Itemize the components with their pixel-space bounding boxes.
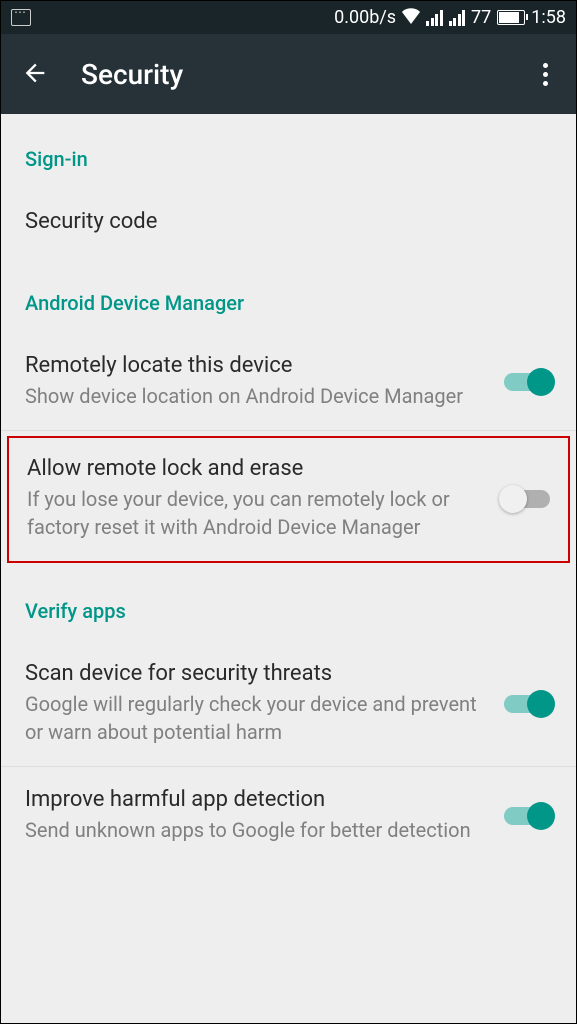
toggle-improve-detection[interactable] <box>504 807 552 825</box>
setting-title: Allow remote lock and erase <box>27 456 490 481</box>
highlighted-setting: Allow remote lock and erase If you lose … <box>7 436 570 563</box>
signal-icon <box>426 10 443 26</box>
section-header-adm: Android Device Manager <box>1 258 576 333</box>
section-header-signin: Sign-in <box>1 114 576 189</box>
wifi-icon <box>402 6 420 29</box>
setting-remote-lock-erase[interactable]: Allow remote lock and erase If you lose … <box>9 438 568 561</box>
setting-title: Remotely locate this device <box>25 353 492 378</box>
section-header-verify: Verify apps <box>1 566 576 641</box>
page-title: Security <box>81 58 535 91</box>
setting-title: Scan device for security threats <box>25 661 492 686</box>
setting-scan-threats[interactable]: Scan device for security threats Google … <box>1 641 576 767</box>
battery-percent: 77 <box>471 7 491 28</box>
status-bar: 0.00b/s 77 1:58 <box>1 1 576 34</box>
setting-security-code[interactable]: Security code <box>1 189 576 258</box>
signal-icon <box>449 10 466 26</box>
setting-subtitle: If you lose your device, you can remotel… <box>27 485 490 541</box>
setting-title: Security code <box>25 209 540 234</box>
message-icon <box>11 9 31 26</box>
setting-remotely-locate[interactable]: Remotely locate this device Show device … <box>1 333 576 431</box>
app-bar: Security <box>1 34 576 114</box>
setting-improve-detection[interactable]: Improve harmful app detection Send unkno… <box>1 767 576 864</box>
setting-title: Improve harmful app detection <box>25 787 492 812</box>
clock: 1:58 <box>531 7 566 28</box>
network-speed: 0.00b/s <box>334 7 396 28</box>
setting-subtitle: Show device location on Android Device M… <box>25 382 492 410</box>
setting-subtitle: Google will regularly check your device … <box>25 690 492 746</box>
setting-subtitle: Send unknown apps to Google for better d… <box>25 816 492 844</box>
toggle-scan-threats[interactable] <box>504 695 552 713</box>
battery-icon <box>497 10 525 25</box>
back-button[interactable] <box>21 59 51 89</box>
settings-list: Sign-in Security code Android Device Man… <box>1 114 576 864</box>
toggle-remotely-locate[interactable] <box>504 373 552 391</box>
toggle-remote-lock-erase[interactable] <box>502 490 550 508</box>
overflow-menu-button[interactable] <box>535 55 556 94</box>
